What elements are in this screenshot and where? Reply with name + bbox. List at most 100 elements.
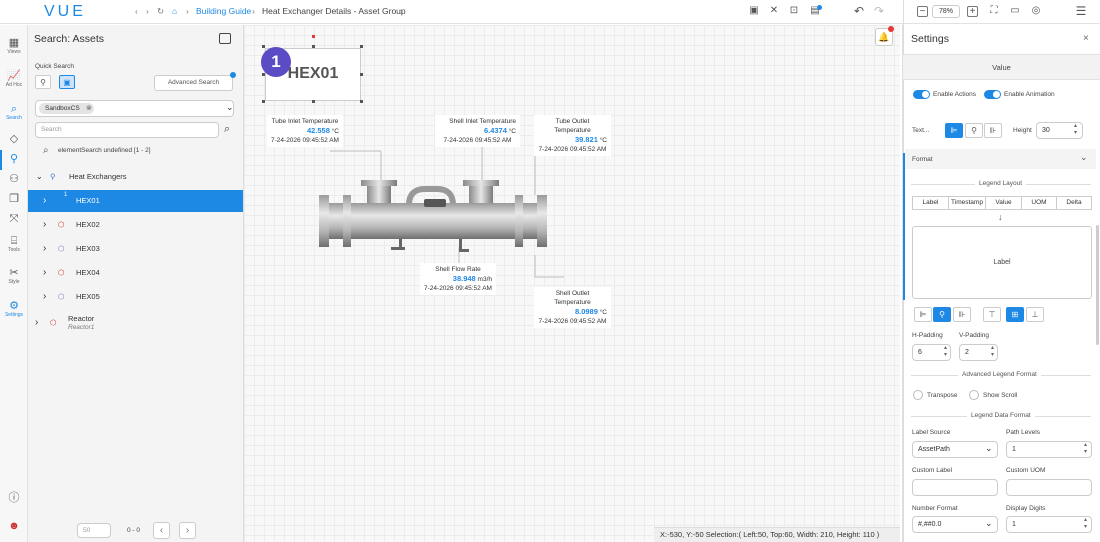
cube-icon: ⬡ [58, 268, 65, 277]
nav-settings[interactable]: ⚙ Settings [0, 300, 28, 318]
enable-animation-toggle[interactable] [984, 90, 1001, 99]
forward-icon[interactable]: › [146, 6, 149, 16]
nav-expand[interactable]: ⤧ [0, 213, 28, 225]
breadcrumb-current: Heat Exchanger Details - Asset Group [262, 6, 406, 16]
show-scroll-checkbox[interactable] [969, 390, 979, 400]
legend-align-right-icon[interactable]: ⊪ [953, 307, 971, 322]
advanced-search-button[interactable]: Advanced Search [154, 75, 233, 91]
legend-tab-label[interactable]: Label [912, 196, 949, 210]
search-result-icon: ⌕ [43, 145, 49, 156]
h-padding-stepper[interactable]: ▴ ▾ [944, 345, 947, 359]
fit-screen-icon[interactable]: ⛶ [987, 4, 1001, 18]
v-padding-stepper[interactable]: ▴ ▾ [991, 345, 994, 359]
tag-icon: ◇ [9, 133, 19, 145]
nav-style[interactable]: ✂ Style [0, 267, 28, 285]
nav-tools[interactable]: ⌸ Tools [0, 235, 28, 253]
close-icon[interactable]: × [1083, 33, 1089, 44]
custom-uom-input[interactable] [1006, 479, 1092, 496]
tools-icon[interactable]: ✕ [767, 4, 781, 18]
data-label-shell-flow-rate[interactable]: Shell Flow Rate 38.948 m3/h 7-24-2026 09… [420, 263, 496, 295]
legend-preview[interactable]: Label [912, 226, 1092, 299]
page-size-select[interactable]: 50 [77, 523, 111, 538]
undo-icon[interactable]: ↶ [852, 4, 866, 18]
nav-copy[interactable]: ❐ [0, 193, 28, 205]
monitor-icon[interactable]: ▭ [1008, 4, 1022, 18]
zoom-input[interactable]: 78% [932, 5, 960, 18]
path-levels-input[interactable]: 1 [1006, 441, 1092, 458]
nav-assets[interactable]: ⚲ [0, 153, 28, 165]
context-select[interactable]: SandboxCS ⌄ [35, 100, 234, 117]
data-label-shell-outlet-temp[interactable]: Shell Outlet Temperature 8.0989 °C 7-24-… [534, 287, 611, 328]
design-canvas[interactable]: HEX01 1 🔔 Tube Inlet Temperature 42.558 … [244, 25, 900, 542]
legend-valign-middle-icon[interactable]: ⊞ [1006, 307, 1024, 322]
legend-tab-value[interactable]: Value [985, 196, 1022, 210]
legend-align-center-icon[interactable]: ⚲ [933, 307, 951, 322]
align-center-icon[interactable]: ⚲ [965, 123, 983, 138]
legend-valign-top-icon[interactable]: ⊤ [983, 307, 1001, 322]
back-icon[interactable]: ‹ [135, 6, 138, 16]
custom-label-input[interactable] [912, 479, 998, 496]
refresh-icon[interactable]: ↻ [157, 6, 164, 17]
nav-help[interactable]: ⓘ [0, 492, 28, 504]
settings-title: Settings [911, 33, 949, 45]
tree-item-hex05[interactable]: › ⬡ HEX05 [28, 286, 243, 308]
zoom-out-icon[interactable]: − [917, 6, 928, 17]
number-format-select[interactable]: #,##0.0 ⌄ [912, 516, 998, 533]
calendar-icon[interactable]: ▣ [747, 4, 761, 18]
chevron-right-icon: › [43, 291, 47, 302]
chip-remove-icon[interactable]: ⊗ [86, 104, 92, 112]
tree-item-hex01[interactable]: › 1 HEX01 [28, 190, 243, 212]
tree-view-icon[interactable]: ⚲ [35, 75, 51, 89]
scroll-indicator [903, 153, 905, 300]
tree-item-hex02[interactable]: › ⬡ HEX02 [28, 214, 243, 236]
height-stepper[interactable]: ▴ ▾ [1074, 123, 1077, 137]
legend-tab-delta[interactable]: Delta [1056, 196, 1092, 210]
legend-valign-bottom-icon[interactable]: ⊥ [1026, 307, 1044, 322]
legend-tab-uom[interactable]: UOM [1021, 196, 1057, 210]
chat-icon[interactable]: ◎ [1029, 4, 1043, 18]
tree-item-hex04[interactable]: › ⬡ HEX04 [28, 262, 243, 284]
prev-page-button[interactable]: ‹ [153, 522, 170, 539]
redo-icon[interactable]: ↷ [872, 4, 886, 18]
path-levels-label: Path Levels [1006, 429, 1040, 436]
menu-icon[interactable]: ☰ [1074, 4, 1088, 18]
breadcrumb-home[interactable]: Building Guide [196, 6, 251, 16]
search-icon[interactable]: ⌕ [224, 123, 230, 136]
height-label: Height [1013, 127, 1032, 134]
nav-search[interactable]: ⌕ Search [0, 103, 28, 121]
data-label-tube-inlet-temp[interactable]: Tube Inlet Temperature 42.558 °C 7-24-20… [267, 115, 343, 147]
nav-views[interactable]: ▦ Views [0, 37, 28, 55]
collapse-panel-icon[interactable] [219, 33, 231, 44]
data-label-tube-outlet-temp[interactable]: Tube Outlet Temperature 39.821 °C 7-24-2… [534, 115, 611, 156]
path-levels-stepper[interactable]: ▴ ▾ [1084, 442, 1087, 456]
lock-icon[interactable]: ⊡ [787, 4, 801, 18]
list-view-icon[interactable]: ▣ [59, 75, 75, 89]
tree-item-reactor[interactable]: › ⬡ Reactor Reactor1 [28, 312, 243, 336]
advanced-search-dot [230, 72, 236, 78]
next-page-button[interactable]: › [179, 522, 196, 539]
display-digits-input[interactable]: 1 [1006, 516, 1092, 533]
nav-tag[interactable]: ◇ [0, 133, 28, 145]
chevron-right-icon: › [43, 267, 47, 278]
display-digits-stepper[interactable]: ▴ ▾ [1084, 517, 1087, 531]
scrollbar[interactable] [1096, 225, 1099, 345]
enable-actions-toggle[interactable] [913, 90, 930, 99]
nav-adhoc[interactable]: 📈 Ad Hoc [0, 70, 28, 88]
legend-align-left-icon[interactable]: ⊫ [914, 307, 932, 322]
align-right-icon[interactable]: ⊪ [984, 123, 1002, 138]
align-left-icon[interactable]: ⊫ [945, 123, 963, 138]
zoom-in-icon[interactable]: + [967, 6, 978, 17]
tree-group-heat-exchangers[interactable]: ⌄ ⚲ Heat Exchangers [28, 166, 243, 188]
transpose-checkbox[interactable] [913, 390, 923, 400]
search-input[interactable]: Search [35, 122, 219, 138]
label-source-select[interactable]: AssetPath ⌄ [912, 441, 998, 458]
format-section[interactable] [905, 149, 1096, 169]
tree-item-hex03[interactable]: › ⬡ HEX03 [28, 238, 243, 260]
nav-avatar[interactable]: ☻ [0, 520, 28, 532]
left-nav: ▦ Views 📈 Ad Hoc ⌕ Search ◇ ⚲ ⚇ ❐ ⤧ ⌸ Tools … [0, 25, 28, 542]
nav-users[interactable]: ⚇ [0, 173, 28, 185]
legend-tab-timestamp[interactable]: Timestamp [948, 196, 986, 210]
status-bar: X:-530, Y:-50 Selection:( Left:50, Top:6… [654, 527, 900, 542]
data-label-shell-inlet-temp[interactable]: Shell Inlet Temperature 6.4374 °C 7-24-2… [435, 115, 520, 147]
home-icon[interactable]: ⌂ [172, 6, 177, 16]
